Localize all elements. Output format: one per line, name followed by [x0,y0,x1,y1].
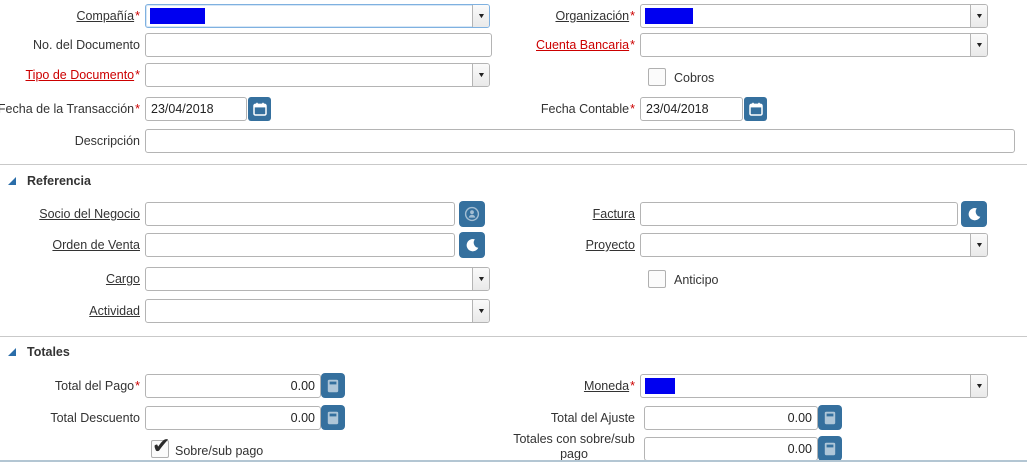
anticipo-checkbox[interactable] [648,270,666,288]
field-label-total-pago: Total del Pago* [0,378,140,396]
collapse-triangle-icon[interactable] [8,177,16,185]
crescent-zoom-icon [465,238,479,252]
fecha-contable-input[interactable] [640,97,743,121]
calendar-button[interactable] [744,97,767,121]
bottom-divider [0,460,1027,462]
field-label-cargo[interactable]: Cargo [0,271,140,289]
calculator-icon [824,411,836,425]
total-ajuste-input[interactable] [644,406,818,430]
field-label-organizacion[interactable]: Organización* [510,8,635,26]
moneda-combobox[interactable] [640,374,988,398]
totales-sobre-sub-input[interactable] [644,437,818,461]
field-label-fecha-contable: Fecha Contable* [510,101,635,119]
total-descuento-input[interactable] [145,406,321,430]
field-label-descripcion: Descripción [0,133,140,151]
field-label-socio-negocio[interactable]: Socio del Negocio [0,206,140,224]
chevron-down-icon[interactable] [970,234,987,256]
payment-form: Compañía* Organización* No. del Document… [0,0,1027,467]
field-label-total-ajuste: Total del Ajuste [510,410,635,428]
selected-text-highlight [645,8,693,24]
chevron-down-icon[interactable] [970,5,987,27]
section-title-referencia[interactable]: Referencia [27,174,91,188]
chevron-down-icon[interactable] [472,5,489,27]
chevron-down-icon[interactable] [472,268,489,290]
calculator-button[interactable] [321,405,345,430]
field-label-totales-sobre-sub: Totales con sobre/sub pago [510,432,638,462]
calculator-button[interactable] [321,373,345,398]
cargo-combobox[interactable] [145,267,490,291]
tipo-documento-combobox[interactable] [145,63,490,87]
chevron-down-icon[interactable] [970,375,987,397]
section-title-totales[interactable]: Totales [27,345,70,359]
anticipo-label: Anticipo [674,271,718,289]
actividad-combobox[interactable] [145,299,490,323]
business-partner-icon [464,206,480,222]
sobre-sub-pago-checkbox[interactable] [151,440,169,458]
field-label-actividad[interactable]: Actividad [0,303,140,321]
organizacion-combobox[interactable] [640,4,988,28]
factura-input[interactable] [640,202,958,226]
field-label-no-documento: No. del Documento [0,37,140,55]
field-label-compania[interactable]: Compañía* [0,8,140,26]
calculator-icon [824,442,836,456]
chevron-down-icon[interactable] [970,34,987,56]
field-label-orden-venta[interactable]: Orden de Venta [0,237,140,255]
selected-text-highlight [150,8,205,24]
cobros-checkbox[interactable] [648,68,666,86]
fecha-transaccion-input[interactable] [145,97,247,121]
orden-venta-input[interactable] [145,233,455,257]
field-label-factura[interactable]: Factura [510,206,635,224]
compania-combobox[interactable] [145,4,490,28]
calculator-button[interactable] [818,405,842,430]
collapse-triangle-icon[interactable] [8,348,16,356]
record-zoom-button[interactable] [459,232,485,258]
no-documento-input[interactable] [145,33,492,57]
calendar-icon [749,102,763,116]
socio-negocio-input[interactable] [145,202,455,226]
sobre-sub-pago-label: Sobre/sub pago [175,442,263,460]
cobros-label: Cobros [674,69,714,87]
calendar-button[interactable] [248,97,271,121]
record-zoom-button[interactable] [961,201,987,227]
cuenta-bancaria-combobox[interactable] [640,33,988,57]
crescent-zoom-icon [967,207,981,221]
descripcion-input[interactable] [145,129,1015,153]
field-label-cuenta-bancaria[interactable]: Cuenta Bancaria* [510,37,635,55]
field-label-moneda[interactable]: Moneda* [510,378,635,396]
field-label-proyecto[interactable]: Proyecto [510,237,635,255]
calendar-icon [253,102,267,116]
business-partner-info-button[interactable] [459,201,485,227]
section-divider [0,164,1027,165]
calculator-icon [327,379,339,393]
field-label-total-descuento: Total Descuento [0,410,140,428]
calculator-button[interactable] [818,436,842,461]
chevron-down-icon[interactable] [472,64,489,86]
total-pago-input[interactable] [145,374,321,398]
field-label-fecha-transaccion: Fecha de la Transacción* [0,101,140,119]
proyecto-combobox[interactable] [640,233,988,257]
calculator-icon [327,411,339,425]
selected-text-highlight [645,378,675,394]
section-divider [0,336,1027,337]
chevron-down-icon[interactable] [472,300,489,322]
field-label-tipo-documento[interactable]: Tipo de Documento* [0,67,140,85]
